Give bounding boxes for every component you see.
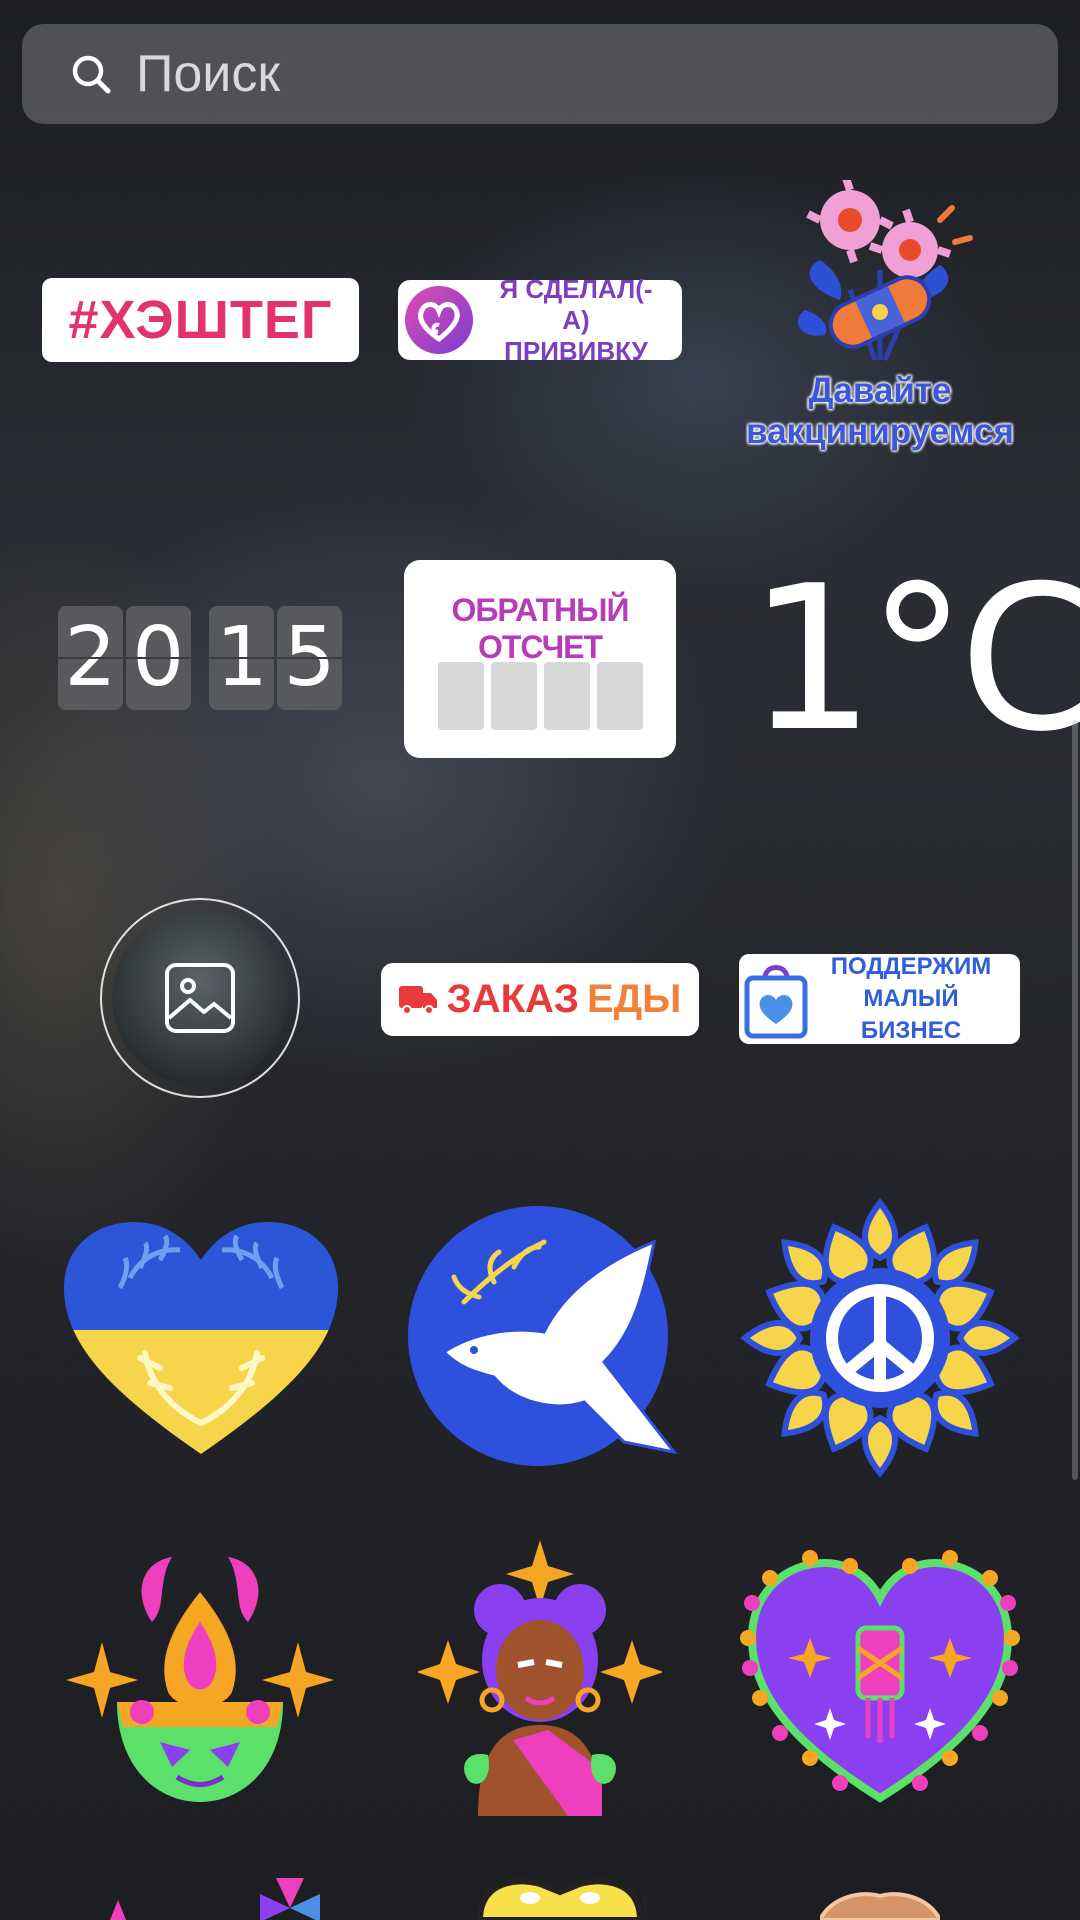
heart-badge-icon [405, 286, 473, 354]
diwali-lantern-heart-icon[interactable] [740, 1548, 1020, 1812]
partial-sticker-left[interactable] [90, 1872, 350, 1920]
shopping-bag-heart-icon [744, 965, 808, 1039]
search-bar[interactable] [22, 24, 1058, 124]
photo-sticker[interactable] [100, 898, 300, 1098]
clock-digit: 2 [58, 606, 123, 710]
search-input[interactable] [134, 43, 1038, 105]
vaccinated-label-1: Я СДЕЛАЛ(-А) [499, 273, 653, 335]
ukraine-heart-icon[interactable] [60, 1218, 342, 1458]
partial-sticker-right[interactable] [820, 1890, 940, 1920]
countdown-label: ОБРАТНЫЙ ОТСЧЕТ [451, 592, 630, 665]
diwali-woman-icon[interactable] [418, 1540, 662, 1816]
food-order-word-2: ЕДЫ [586, 977, 682, 1021]
countdown-sticker[interactable]: ОБРАТНЫЙ ОТСЧЕТ [404, 560, 676, 758]
food-order-word-1: ЗАКАЗ [446, 977, 579, 1021]
small-business-label-1: ПОДДЕРЖИМ [830, 953, 992, 980]
countdown-box [544, 662, 590, 730]
countdown-box [597, 662, 643, 730]
vaccinated-sticker[interactable]: Я СДЕЛАЛ(-А) ПРИВИВКУ [398, 274, 682, 366]
small-business-label-2: МАЛЫЙ БИЗНЕС [860, 985, 962, 1044]
clock-digit: 0 [125, 606, 191, 710]
search-icon [72, 55, 111, 94]
clock-digit: 5 [277, 606, 343, 710]
diwali-lamp-icon[interactable] [62, 1552, 338, 1808]
clock-sticker[interactable]: 2 0 1 5 [58, 606, 345, 712]
photo-preview [112, 910, 288, 1086]
clock-digit: 1 [209, 606, 275, 710]
food-order-sticker[interactable]: ЗАКАЗ ЕДЫ [381, 963, 699, 1036]
delivery-truck-icon [398, 985, 437, 1014]
small-business-sticker[interactable]: ПОДДЕРЖИМ МАЛЫЙ БИЗНЕС [739, 953, 1020, 1044]
hashtag-label: #ХЭШТЕГ [68, 290, 333, 350]
lets-vaccinate-label-2: вакцинируемся [746, 412, 1014, 451]
temperature-label: 1°C [748, 543, 1080, 776]
countdown-box [438, 662, 484, 730]
vaccinated-label-2: ПРИВИВКУ [504, 335, 648, 366]
temperature-sticker[interactable]: 1°C [748, 560, 1080, 760]
peace-dove-icon[interactable] [404, 1202, 680, 1478]
partial-sticker-center[interactable] [470, 1876, 670, 1920]
countdown-box [491, 662, 537, 730]
hashtag-sticker[interactable]: #ХЭШТЕГ [42, 278, 359, 362]
lets-vaccinate-label-1: Давайте [808, 371, 952, 410]
scrollbar[interactable] [1072, 720, 1078, 1480]
peace-sunflower-icon[interactable] [740, 1198, 1020, 1478]
lets-vaccinate-sticker[interactable]: Давайте вакцинируемся [730, 180, 1030, 460]
image-icon [165, 963, 235, 1033]
flowers-bandage-icon [797, 180, 973, 361]
